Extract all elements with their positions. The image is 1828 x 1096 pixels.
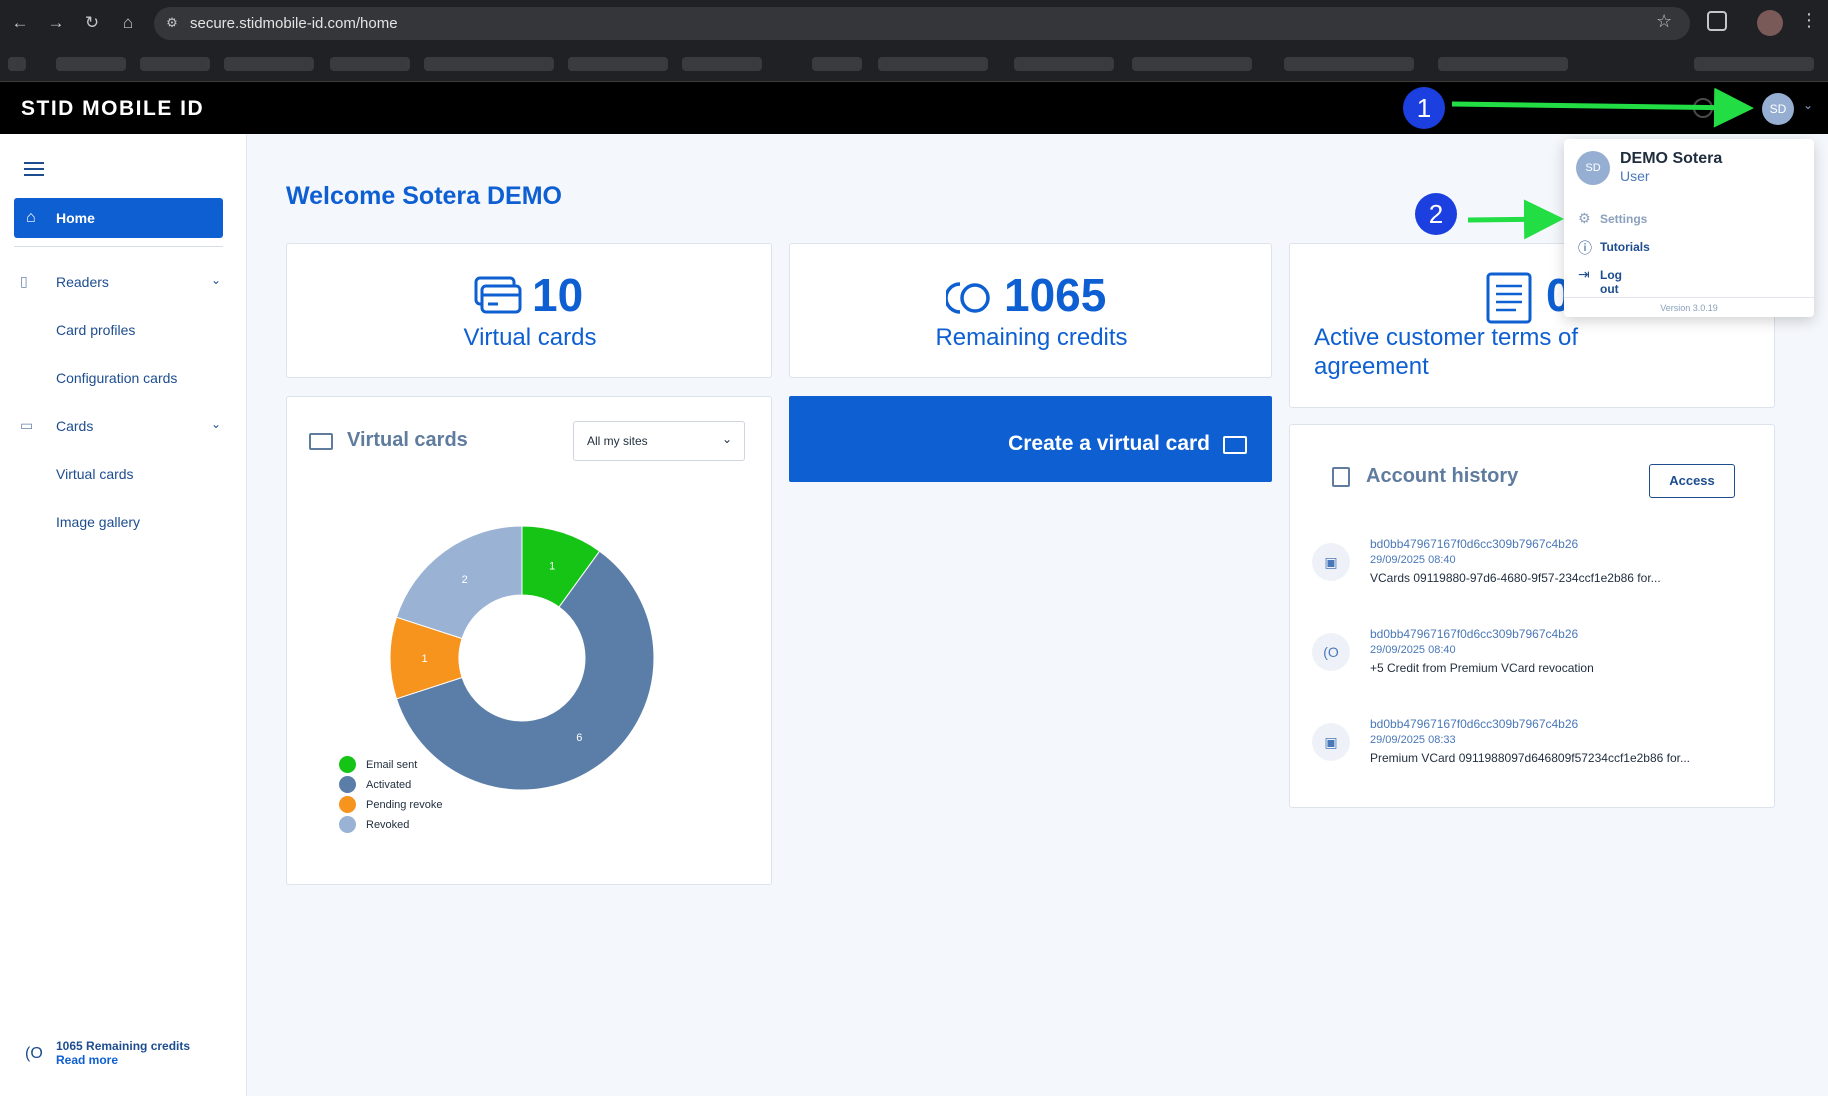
annotation-badge-2: 2 bbox=[1415, 193, 1457, 235]
annotation-arrow-2 bbox=[1467, 199, 1564, 240]
annotation-overlay bbox=[1451, 87, 1754, 240]
annotation-arrow-1 bbox=[1451, 87, 1754, 128]
annotation-badge-1: 1 bbox=[1403, 87, 1445, 129]
